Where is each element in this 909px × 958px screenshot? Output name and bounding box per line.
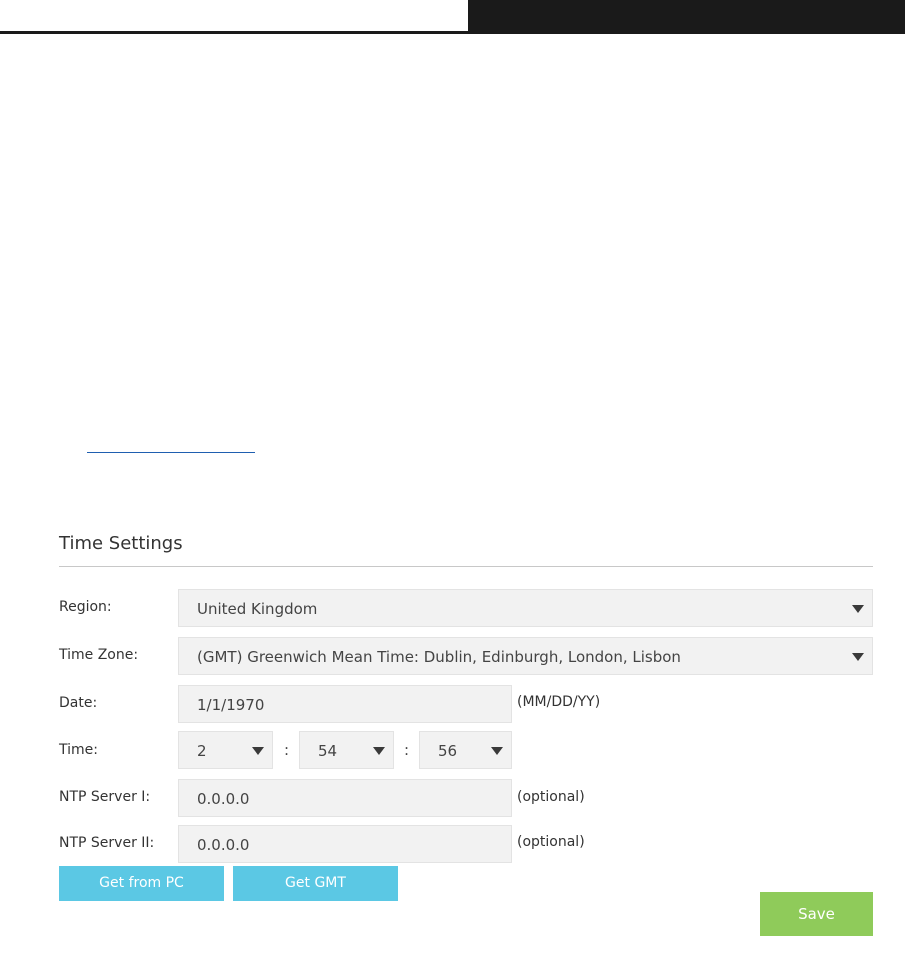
date-input[interactable]: 1/1/1970 [178,685,512,723]
ntp-server-2-input[interactable]: 0.0.0.0 [178,825,512,863]
chevron-down-icon [852,605,864,613]
section-title: Time Settings [59,533,183,554]
ntp-server-2-hint: (optional) [517,834,585,850]
region-label: Region: [59,599,112,615]
chevron-down-icon [852,653,864,661]
ntp-server-2-value: 0.0.0.0 [197,836,250,854]
hour-select[interactable]: 2 [178,731,273,769]
hour-value: 2 [197,742,207,760]
ntp-server-1-input[interactable]: 0.0.0.0 [178,779,512,817]
chevron-down-icon [373,747,385,755]
link-underline[interactable] [87,452,255,453]
second-value: 56 [438,742,458,760]
chevron-down-icon [252,747,264,755]
ntp-server-1-value: 0.0.0.0 [197,790,250,808]
time-zone-value: (GMT) Greenwich Mean Time: Dublin, Edinb… [197,648,681,666]
ntp-server-1-label: NTP Server I: [59,789,151,805]
time-label: Time: [59,742,98,758]
save-button[interactable]: Save [760,892,873,936]
header-rule [0,31,905,34]
date-label: Date: [59,695,98,711]
get-from-pc-button[interactable]: Get from PC [59,866,224,901]
time-zone-select[interactable]: (GMT) Greenwich Mean Time: Dublin, Edinb… [178,637,873,675]
header-bar [468,0,905,33]
time-separator: : [404,741,410,759]
minute-value: 54 [318,742,338,760]
section-divider [59,566,873,567]
time-zone-label: Time Zone: [59,647,139,663]
minute-select[interactable]: 54 [299,731,394,769]
ntp-server-1-hint: (optional) [517,789,585,805]
date-format-hint: (MM/DD/YY) [517,694,601,710]
second-select[interactable]: 56 [419,731,512,769]
region-value: United Kingdom [197,600,318,618]
chevron-down-icon [491,747,503,755]
date-value: 1/1/1970 [197,696,265,714]
get-gmt-button[interactable]: Get GMT [233,866,398,901]
time-separator: : [284,741,290,759]
ntp-server-2-label: NTP Server II: [59,835,155,851]
region-select[interactable]: United Kingdom [178,589,873,627]
